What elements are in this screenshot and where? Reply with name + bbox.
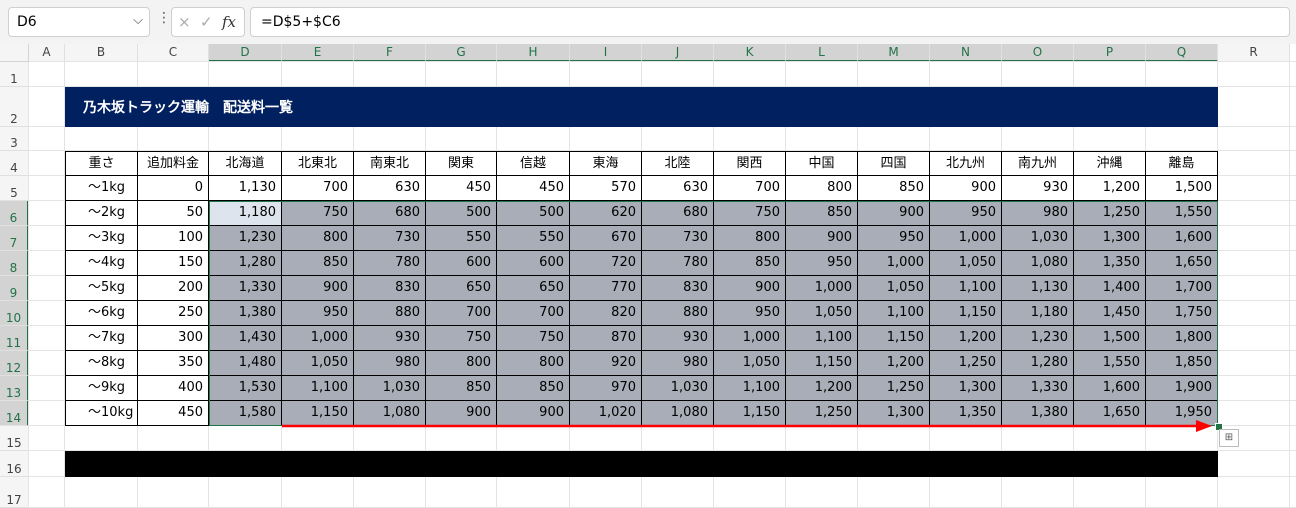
red-arrow-annotation <box>282 420 1212 432</box>
arrow-head <box>1196 420 1212 432</box>
quick-analysis-icon[interactable]: ⊞ <box>1219 429 1239 447</box>
